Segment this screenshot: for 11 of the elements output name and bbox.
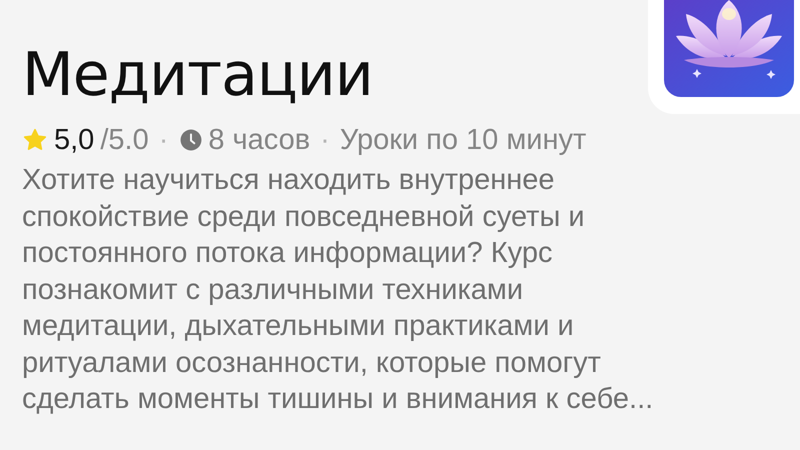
clock-icon [180, 129, 202, 151]
lessons-text: Уроки по 10 минут [340, 124, 586, 156]
rating-value: 5,0 [54, 124, 94, 156]
separator-dot: · [320, 124, 330, 156]
separator-dot: · [158, 124, 168, 156]
star-icon [22, 127, 48, 153]
course-title: Медитации [22, 40, 373, 110]
lotus-icon [664, 0, 794, 97]
course-description: Хотите научиться находить внутреннее спокойствие среди повседневной суеты и постоянного потока информации? Курс познакомит с различными техниками медитации, дыхательными практиками и ритуалами осознанности, которые помогут сделать моменты тишины и внимания к себе... [22, 163, 654, 417]
rating-max: /5.0 [100, 124, 149, 156]
duration-text: 8 часов [208, 124, 310, 156]
